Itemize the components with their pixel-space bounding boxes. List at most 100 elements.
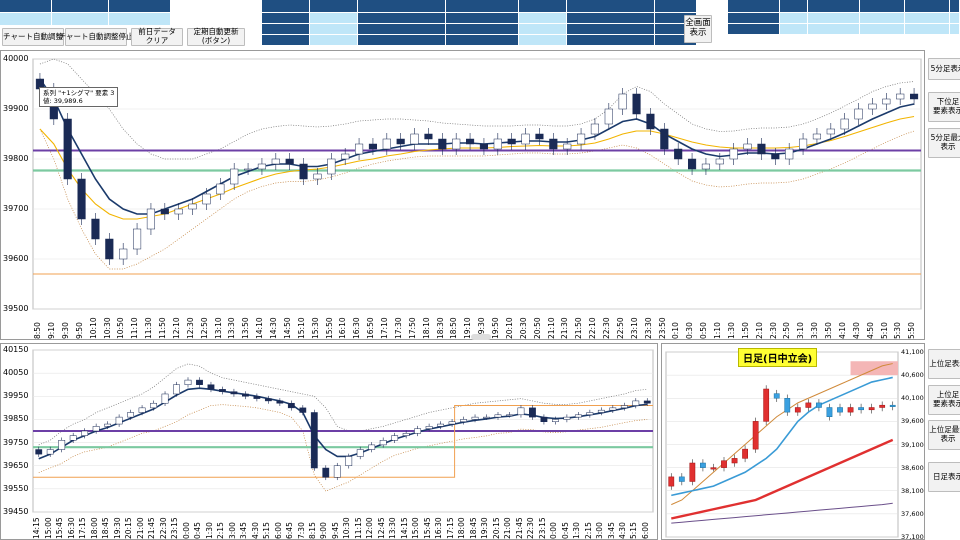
upper-15min-candle-body: [150, 402, 157, 409]
lower-5min-candle-body: [549, 138, 558, 150]
lower-5min-candle-body: [715, 158, 724, 165]
daily-y-tick: 38,100: [901, 486, 924, 495]
show-5min-button[interactable]: 5分足表示: [928, 58, 960, 80]
upper-15min-candle-body: [322, 467, 330, 478]
daily-candle-body: [826, 407, 833, 417]
upper-foot-row-label: [262, 24, 310, 35]
lower-5min-candle-body: [576, 133, 586, 145]
daily-chart[interactable]: 41,100 40,600 40,100 39,600 39,100 38,600 38,1…: [661, 343, 925, 540]
upper-15min-candle-body: [402, 433, 410, 436]
lower-5min-candle-body: [785, 148, 794, 160]
lower-5min-x-tick: 8:50: [33, 322, 43, 339]
lower-5min-candle-body: [452, 138, 461, 150]
daily-candle-body: [858, 407, 864, 411]
lower-5min-x-tick: 12:50: [199, 317, 209, 339]
upper-15min-candle-body: [471, 416, 479, 420]
upper-15min-x-tick: 2:15: [216, 522, 226, 539]
chart-scroll-handle[interactable]: [471, 334, 491, 340]
lower-5min-x-tick: 9:50: [74, 322, 84, 339]
clear-previous-day-data-button[interactable]: 前日データ クリア: [131, 28, 183, 46]
show-daily-button[interactable]: 日足表示: [928, 462, 960, 492]
lower-foot-chart[interactable]: 40000 39900 39800 39700 39600 39500 8:50 9:10 9:…: [0, 50, 925, 340]
lower-5min-candle-body: [438, 138, 447, 150]
upper-15min-x-tick: 8:15: [308, 522, 317, 539]
stats-row-type[interactable]: [780, 13, 808, 24]
lower-5min-x-tick: 17:10: [380, 317, 390, 339]
lower-5min-x-tick: 16:10: [338, 317, 348, 339]
lower-5min-x-tick: 21:10: [546, 317, 556, 339]
fullscreen-button[interactable]: 全画面 表示: [684, 15, 712, 43]
lower-5min-candle-body: [202, 193, 211, 205]
upper-foot-row-date: [358, 24, 446, 35]
periodic-auto-update-button[interactable]: 定期自動更新 (ボタン): [187, 28, 245, 46]
chart-auto-adjust-button[interactable]: チャート自動調整: [2, 28, 64, 46]
lower-5min-candle-body: [798, 138, 808, 150]
upper-15min-candle-body: [609, 407, 617, 411]
lower-5min-x-tick: 1:10: [713, 322, 723, 339]
upper-15min-x-tick: 3:45: [606, 522, 616, 539]
lower-5min-x-tick: 11:10: [130, 317, 140, 339]
upper-foot-elements-button[interactable]: 上位足 要素表示: [928, 385, 960, 415]
upper-15min-x-tick: 5:15: [262, 522, 272, 539]
lower-5min-candle-body: [618, 93, 627, 110]
stats-row-count[interactable]: [808, 24, 860, 35]
upper-15min-candle-body: [425, 426, 433, 429]
upper-15min-x-tick: 21:45: [147, 517, 157, 539]
lower-foot-elements-button[interactable]: 下位足 要素表示: [928, 92, 960, 122]
lower-5min-candle-body: [271, 158, 280, 165]
upper-15min-candle-body: [35, 449, 43, 455]
lower-5min-x-tick: 14:10: [255, 317, 265, 339]
lower-5min-x-tick: 22:50: [615, 317, 625, 339]
daily-candle-body: [710, 467, 717, 470]
daily-y-tick: 38,600: [901, 463, 924, 472]
upper-15min-x-tick: 0:45: [560, 522, 570, 539]
show-upper-foot-button[interactable]: 上位足表示: [928, 349, 960, 379]
upper-15min-x-tick: 18:45: [101, 517, 111, 539]
stats-row-type[interactable]: [780, 24, 808, 35]
stats-row-extra: [950, 13, 960, 24]
stats-row-min: [905, 13, 950, 24]
upper-15min-x-tick: 3:00: [227, 522, 237, 539]
upper-15min-candle-body: [287, 402, 295, 409]
lower-5min-x-tick: 10:30: [102, 317, 112, 339]
lower-foot-header-0: [471, 0, 519, 13]
tooltip-value-line: 値: 39,989.6: [43, 97, 83, 106]
chart-auto-adjust-stop-button[interactable]: チャート自動調整停止: [59, 28, 133, 46]
upper-15min-y-tick: 39850: [3, 414, 29, 424]
summary-value-1: [52, 13, 109, 26]
max-upper-foot-button[interactable]: 上位足最大表示: [928, 420, 960, 450]
upper-15min-x-tick: 21:00: [135, 517, 145, 539]
lower-5min-candle-body: [119, 248, 128, 260]
lower-5min-plot: [32, 58, 922, 310]
upper-15min-x-tick: 12:45: [376, 517, 386, 539]
upper-foot-row-label: [262, 35, 310, 46]
upper-15min-x-tick: 19:30: [112, 517, 122, 539]
lower-5min-candle-body: [646, 113, 655, 130]
daily-candle-body: [721, 460, 727, 468]
lower-5min-x-tick: 17:50: [407, 317, 417, 339]
lower-5min-candle-body: [896, 93, 905, 100]
upper-15min-candle-body: [448, 421, 456, 425]
lower-5min-y-tick: 39700: [3, 204, 29, 213]
upper-foot-row-value[interactable]: [310, 24, 358, 35]
lower-foot-row-value[interactable]: [519, 24, 567, 35]
stats-row-count[interactable]: [808, 13, 860, 24]
lower-foot-row-value[interactable]: [519, 13, 567, 24]
lower-5min-candle-body: [410, 133, 419, 145]
upper-15min-x-tick: 9:00: [319, 522, 329, 539]
upper-15min-y-tick: 39650: [3, 460, 29, 470]
daily-candle-body: [742, 448, 748, 459]
lower-foot-row-label: [471, 35, 519, 46]
upper-15min-candle-body: [276, 400, 284, 404]
lower-foot-row-label: [471, 13, 519, 24]
upper-foot-row-value[interactable]: [310, 35, 358, 46]
upper-15min-candle-body: [264, 398, 272, 402]
upper-foot-row-value[interactable]: [310, 13, 358, 24]
upper-15min-y-tick: 39550: [3, 483, 29, 493]
lower-foot-row-value[interactable]: [519, 35, 567, 46]
max-5min-button[interactable]: 5分足最大表示: [928, 128, 960, 158]
lower-5min-x-tick: 3:30: [810, 322, 820, 339]
upper-15min-x-tick: 12:00: [365, 517, 375, 539]
upper-foot-chart[interactable]: 40150 40050 39950 39850 39750 39650 39550 39450…: [0, 343, 658, 540]
lower-foot-row-date: [567, 35, 655, 46]
